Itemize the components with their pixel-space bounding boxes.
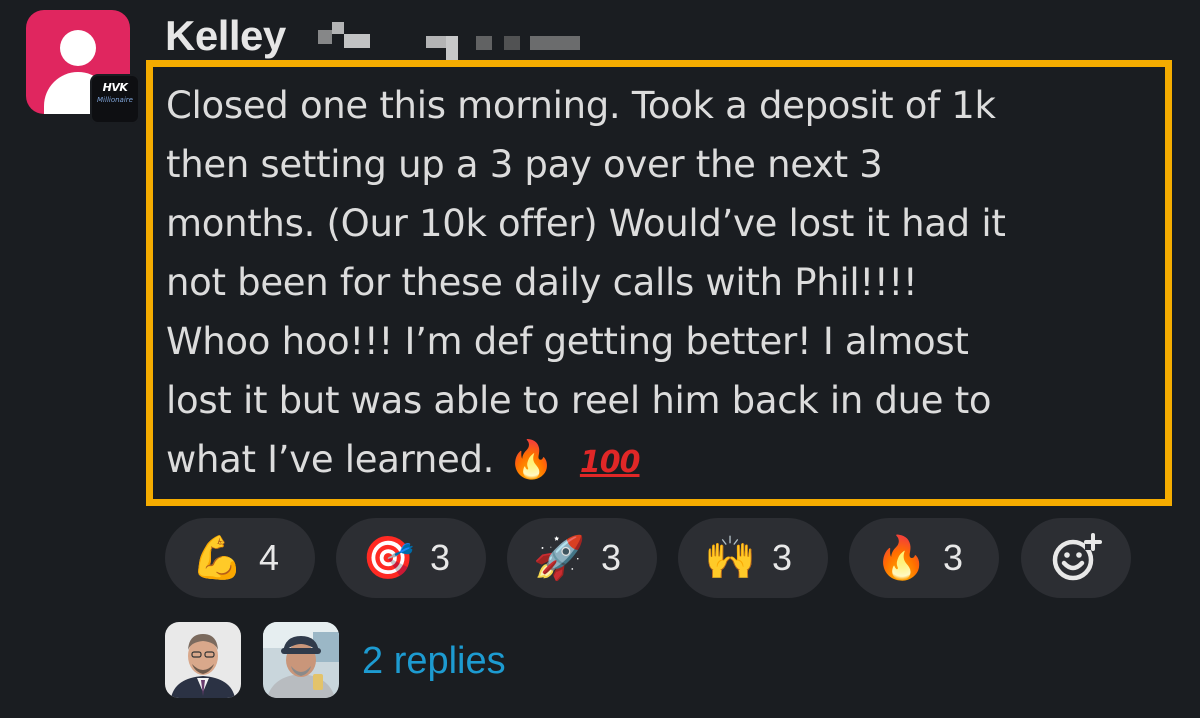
replier-photo xyxy=(165,622,241,698)
author-name[interactable]: Kelley xyxy=(165,10,286,62)
replier-photo xyxy=(263,622,339,698)
message-line: not been for these daily calls with Phil… xyxy=(166,261,918,304)
reply-avatar[interactable] xyxy=(263,622,339,698)
reaction-raising-hands[interactable]: 🙌 3 xyxy=(678,518,828,598)
thread-replies-link[interactable]: 2 replies xyxy=(362,636,506,686)
add-reaction-icon xyxy=(1052,533,1102,581)
reaction-count: 3 xyxy=(601,537,622,578)
reaction-direct-hit[interactable]: 🎯 3 xyxy=(336,518,486,598)
reaction-rocket[interactable]: 🚀 3 xyxy=(507,518,657,598)
fire-icon: 🔥 xyxy=(875,533,928,582)
message-line: what I’ve learned. xyxy=(166,438,495,481)
rocket-icon: 🚀 xyxy=(533,533,586,582)
message-line: Closed one this morning. Took a deposit … xyxy=(166,84,996,127)
message-line: months. (Our 10k offer) Would’ve lost it… xyxy=(166,202,1006,245)
badge-logo-text: HVK xyxy=(102,81,128,94)
add-reaction-button[interactable] xyxy=(1021,518,1131,598)
profile-badge-logo: HVK Millionaire xyxy=(90,74,140,124)
reaction-count: 3 xyxy=(430,537,451,578)
avatar-head-shape xyxy=(60,30,96,66)
reaction-fire[interactable]: 🔥 3 xyxy=(849,518,999,598)
fire-icon: 🔥 xyxy=(508,438,554,481)
reaction-flexed-biceps[interactable]: 💪 4 xyxy=(165,518,315,598)
message-line: then setting up a 3 pay over the next 3 xyxy=(166,143,883,186)
message-line: Whoo hoo!!! I’m def getting better! I al… xyxy=(166,320,969,363)
badge-logo-subtext: Millionaire xyxy=(97,96,133,104)
reaction-count: 4 xyxy=(259,537,280,578)
reaction-count: 3 xyxy=(772,537,793,578)
reply-avatar[interactable] xyxy=(165,622,241,698)
direct-hit-icon: 🎯 xyxy=(362,533,415,582)
message-container: HVK Millionaire Kelley Closed one this m… xyxy=(0,0,1200,718)
flexed-biceps-icon: 💪 xyxy=(191,533,244,582)
reaction-count: 3 xyxy=(943,537,964,578)
message-line: lost it but was able to reel him back in… xyxy=(166,379,992,422)
hundred-points-icon: 100 xyxy=(579,445,641,480)
raising-hands-icon: 🙌 xyxy=(704,533,757,582)
message-body: Closed one this morning. Took a deposit … xyxy=(166,76,1166,492)
